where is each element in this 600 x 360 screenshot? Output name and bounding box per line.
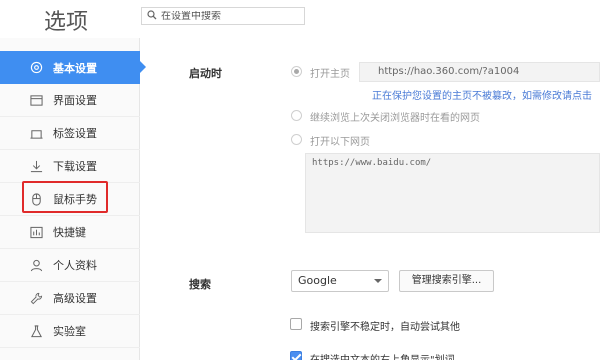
sidebar-item-advanced[interactable]: 高级设置 [0, 282, 140, 315]
radio-continue[interactable] [291, 110, 302, 121]
search-engine-select[interactable]: Google [291, 270, 389, 292]
sidebar-item-label: 标签设置 [53, 127, 97, 140]
manage-search-engines-button[interactable]: 管理搜索引擎... [399, 270, 494, 292]
sidebar-item-label: 界面设置 [53, 94, 97, 107]
search-engine-value: Google [298, 274, 337, 287]
radio-continue-label: 继续浏览上次关闭浏览器时在看的网页 [310, 113, 480, 124]
sidebar-item-label: 高级设置 [53, 292, 97, 305]
tab-icon [29, 126, 43, 140]
highlight-box [22, 181, 108, 213]
keyboard-icon [29, 225, 43, 239]
chevron-down-icon [374, 279, 382, 283]
open-pages-textarea[interactable]: https://www.baidu.com/ [305, 153, 600, 233]
sidebar-item-basic[interactable]: 基本设置 [0, 51, 146, 84]
page-title: 选项 [44, 10, 89, 35]
checkbox-show-search[interactable] [290, 351, 302, 360]
sidebar-item-tabs[interactable]: 标签设置 [0, 117, 140, 150]
sidebar-item-label: 实验室 [53, 325, 86, 338]
search-icon [147, 9, 157, 23]
search-box[interactable] [141, 7, 305, 25]
homepage-hint[interactable]: 正在保护您设置的主页不被篡改，如需修改请点击 [372, 87, 592, 102]
sidebar-item-interface[interactable]: 界面设置 [0, 84, 140, 117]
sidebar-item-label: 下载设置 [53, 160, 97, 173]
checkbox-show-search-label: 在搜选中文本的右上角显示"划词... [310, 351, 464, 360]
sidebar-item-label: 基本设置 [53, 61, 97, 75]
radio-open-pages[interactable] [291, 134, 302, 145]
download-icon [29, 159, 43, 173]
gear-icon [29, 61, 43, 75]
sidebar-item-label: 快捷键 [53, 226, 86, 239]
radio-homepage-label: 打开主页 [310, 69, 350, 80]
user-icon [29, 258, 43, 272]
homepage-url-field[interactable]: https://hao.360.com/?a1004 [359, 62, 600, 82]
wrench-icon [29, 291, 43, 305]
sidebar-item-shortcuts[interactable]: 快捷键 [0, 216, 140, 249]
sidebar-item-label: 个人资料 [53, 259, 97, 272]
header: 选项 [0, 0, 600, 38]
sidebar-item-download[interactable]: 下载设置 [0, 150, 140, 183]
startup-label: 启动时 [189, 67, 222, 80]
sidebar-item-lab[interactable]: 实验室 [0, 315, 140, 348]
window-icon [29, 93, 43, 107]
flask-icon [29, 324, 43, 338]
sidebar-item-profile[interactable]: 个人资料 [0, 249, 140, 282]
search-label: 搜索 [189, 278, 211, 291]
radio-open-pages-label: 打开以下网页 [310, 137, 370, 148]
checkbox-auto-try[interactable] [290, 318, 302, 330]
checkbox-auto-try-label: 搜索引擎不稳定时，自动尝试其他 [310, 322, 460, 333]
radio-homepage[interactable] [291, 66, 302, 77]
search-input[interactable] [161, 10, 301, 22]
